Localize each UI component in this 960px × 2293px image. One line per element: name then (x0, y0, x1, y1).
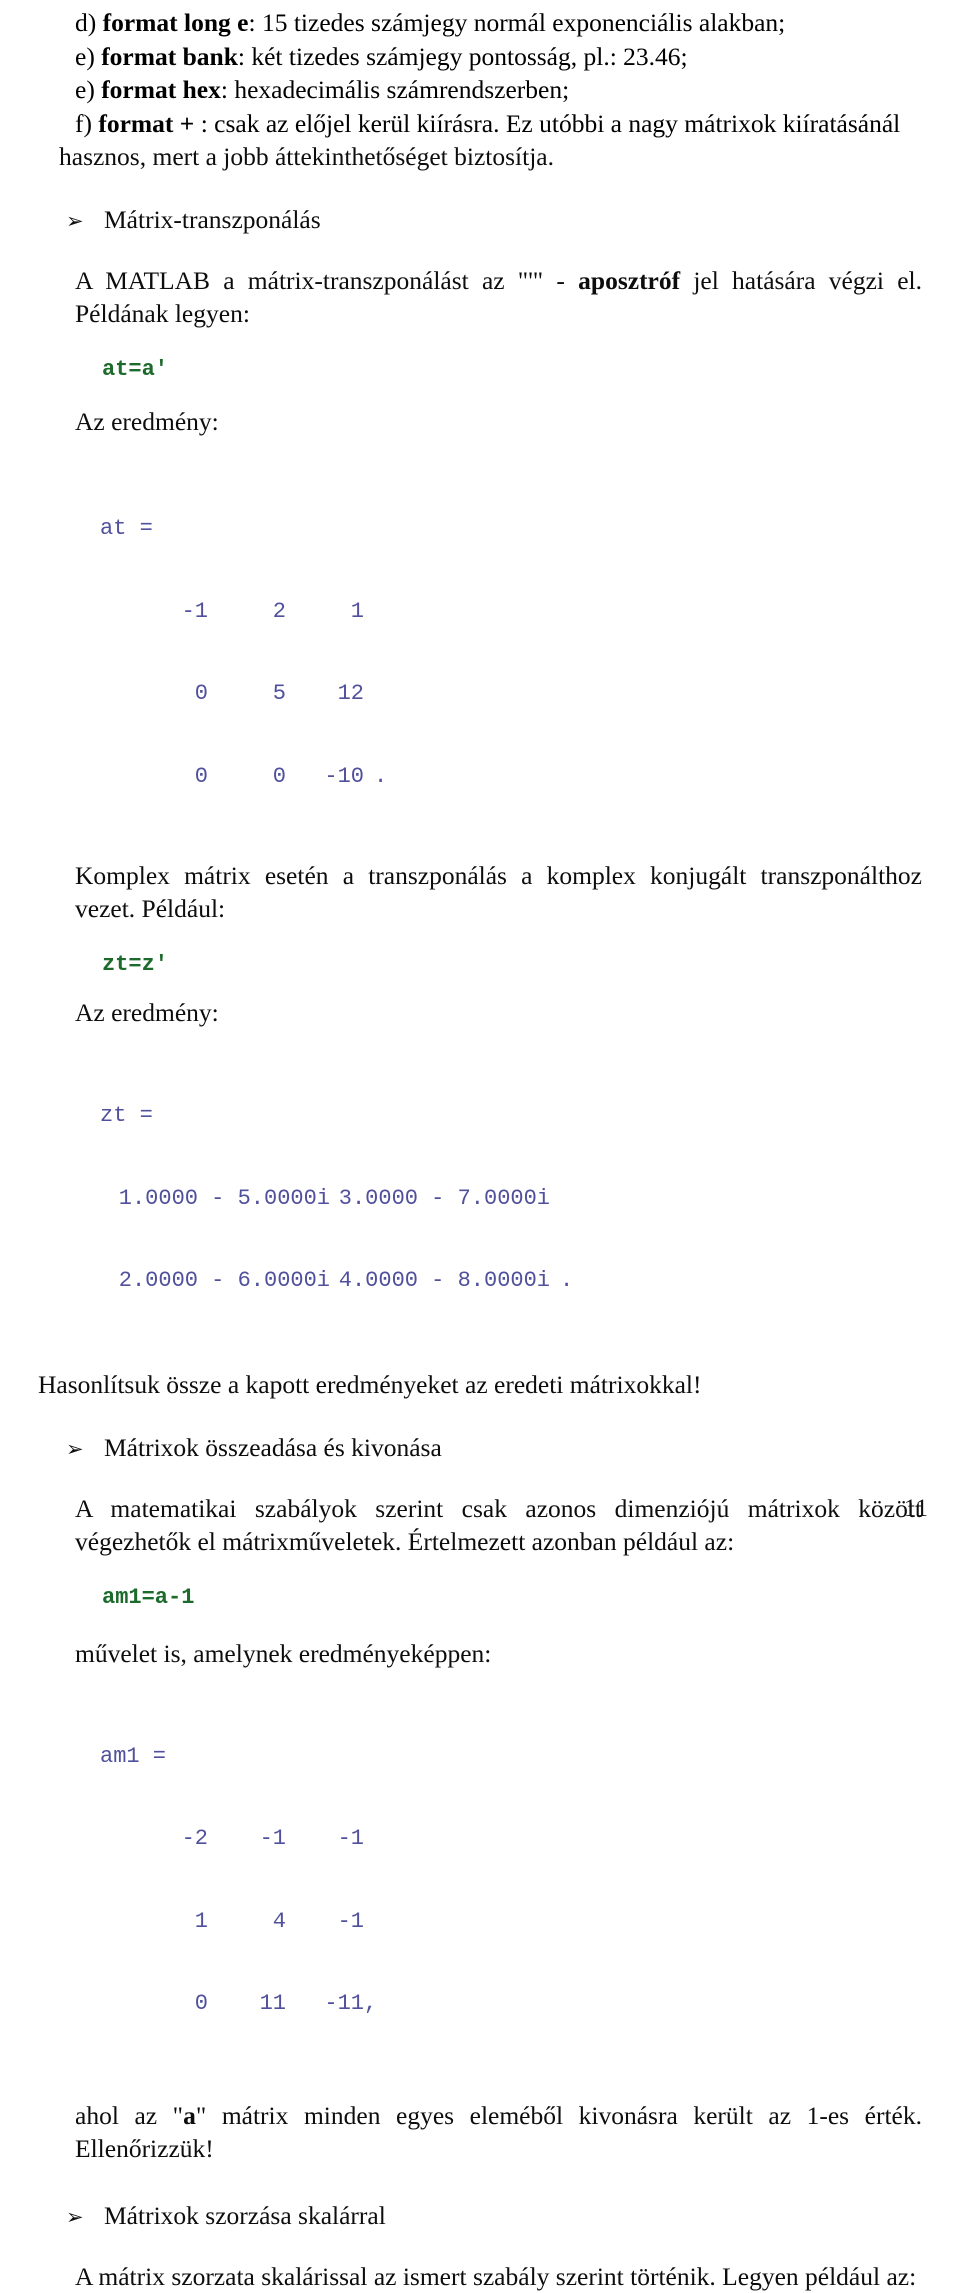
section-heading-scalar-mult: ➢ Mátrixok szorzása skalárral (66, 2199, 930, 2234)
addition-explanation-post: " mátrix minden egyes eleméből kivonásra… (75, 2100, 922, 2163)
list-item-rest: : hexadecimális számrendszerben; (220, 75, 570, 104)
console-output-zt: zt = 1.0000 - 5.0000i 3.0000 - 7.0000i 2.… (100, 1047, 930, 1350)
matrix-cell: 3.0000 - 7.0000i (338, 1185, 550, 1211)
matrix-cell: -1 (337, 1826, 364, 1851)
list-item: e) format bank: két tizedes számjegy pon… (75, 40, 924, 74)
list-item-keyword: format hex (101, 75, 221, 104)
addition-explanation: ahol az "a" mátrix minden egyes eleméből… (75, 2099, 922, 2165)
list-item-marker: e) (75, 75, 95, 104)
console-output-at: at = -1 2 1 0 5 12 0 0 -10. (100, 460, 930, 845)
matrix-cell: -1 (337, 1908, 364, 1934)
matrix-cell: 11 (259, 1991, 286, 2016)
list-item-marker: e) (75, 41, 95, 71)
transpose-intro-pre: A MATLAB a mátrix-transzponálást az "'" … (75, 266, 579, 295)
result-label-at: Az eredmény: (75, 407, 219, 436)
matrix-cell: 0 (194, 1991, 208, 2016)
result-label-zt: Az eredmény: (75, 998, 219, 1027)
matrix-cell: -11 (324, 1991, 364, 2016)
matrix-cell: -1 (181, 598, 208, 624)
console-output-am1: am1 = -2 -1 -1 1 4 -1 0 11 -11, (100, 1688, 930, 2073)
section-heading-transpose: ➢ Mátrix-transzponálás (66, 203, 930, 238)
arrow-bullet-icon: ➢ (66, 2204, 84, 2229)
page-number: 11 (903, 1495, 928, 1522)
matrix-cell: 0 (194, 681, 208, 706)
matrix-cell: 0 (194, 763, 208, 789)
list-item-marker: d) (75, 8, 97, 37)
matrix-row: -1 2 1 (100, 598, 930, 626)
code-snippet-zt: zt=z' (102, 952, 169, 977)
transpose-intro-paragraph: A MATLAB a mátrix-transzponálást az "'" … (75, 264, 922, 330)
list-item: f) format + : csak az előjel kerül kiírá… (75, 107, 924, 141)
matrix-row: 2.0000 - 6.0000i 4.0000 - 8.0000i. (100, 1267, 930, 1295)
matrix-cell: 1.0000 - 5.0000i (118, 1185, 330, 1211)
matrix-cell: -2 (181, 1826, 208, 1851)
code-snippet-at: at=a' (102, 357, 169, 382)
list-item-keyword: format bank (101, 41, 238, 71)
section-heading-label: Mátrix-transzponálás (104, 205, 321, 234)
list-item-keyword: format long e (102, 8, 249, 37)
matrix-cell: 0 (272, 763, 286, 789)
format-list-continuation: hasznos, mert a jobb áttekinthetőséget b… (59, 142, 554, 171)
matrix-trailer: . (374, 763, 388, 789)
section-heading-label: Mátrixok összeadása és kivonása (104, 1432, 442, 1462)
addition-mid-text: művelet is, amelynek eredményeképpen: (75, 1638, 492, 1668)
console-output-varname: am1 = (100, 1743, 167, 1769)
list-item-marker: f) (75, 108, 92, 138)
list-item: d) format long e: 15 tizedes számjegy no… (75, 6, 924, 40)
document-page: d) format long e: 15 tizedes számjegy no… (0, 0, 960, 2291)
list-item-rest: : két tizedes számjegy pontosság, pl.: 2… (237, 41, 688, 71)
console-output-varname: at = (100, 516, 153, 541)
list-item: e) format hex: hexadecimális számrendsze… (75, 73, 924, 107)
format-option-list: d) format long e: 15 tizedes számjegy no… (75, 6, 924, 140)
matrix-row: 0 11 -11, (100, 1990, 930, 2018)
list-item-keyword: format + (98, 108, 195, 138)
matrix-cell: -1 (259, 1826, 286, 1851)
matrix-trailer: . (560, 1268, 574, 1293)
section-heading-label: Mátrixok szorzása skalárral (104, 2200, 386, 2230)
matrix-row: 0 5 12 (100, 680, 930, 708)
matrix-cell: 1 (194, 1908, 208, 1934)
matrix-cell: 4.0000 - 8.0000i (338, 1268, 550, 1293)
addition-explanation-keyword: a (183, 2100, 196, 2130)
matrix-row: -2 -1 -1 (100, 1825, 930, 1853)
code-snippet-am1: am1=a-1 (102, 1584, 195, 1610)
complex-paragraph: Komplex mátrix esetén a transzponálás a … (75, 861, 922, 923)
arrow-bullet-icon: ➢ (66, 1436, 84, 1461)
arrow-bullet-icon: ➢ (66, 209, 84, 233)
console-output-varname: zt = (100, 1103, 153, 1128)
section-heading-addition: ➢ Mátrixok összeadása és kivonása (66, 1431, 930, 1466)
transpose-intro-keyword: aposztróf (578, 266, 681, 295)
complex-closing-paragraph: Hasonlítsuk össze a kapott eredményeket … (38, 1369, 702, 1399)
addition-explanation-pre: ahol az " (75, 2100, 184, 2130)
matrix-cell: 5 (272, 681, 286, 706)
matrix-row: 0 0 -10. (100, 763, 930, 791)
matrix-cell: -10 (324, 763, 364, 789)
matrix-cell: 4 (272, 1908, 286, 1934)
matrix-cell: 12 (337, 681, 364, 706)
matrix-row: 1.0000 - 5.0000i 3.0000 - 7.0000i (100, 1185, 930, 1213)
matrix-cell: 2 (272, 598, 286, 624)
matrix-row: 1 4 -1 (100, 1908, 930, 1936)
list-item-rest: : 15 tizedes számjegy normál exponenciál… (248, 8, 786, 37)
matrix-trailer: , (364, 1991, 378, 2016)
matrix-cell: 1 (350, 598, 364, 624)
scalar-mult-paragraph: A mátrix szorzata skalárissal az ismert … (75, 2261, 917, 2291)
addition-paragraph: A matematikai szabályok szerint csak azo… (75, 1493, 922, 1556)
list-item-rest: : csak az előjel kerül kiírásra. Ez utób… (194, 108, 901, 138)
matrix-cell: 2.0000 - 6.0000i (118, 1268, 330, 1293)
